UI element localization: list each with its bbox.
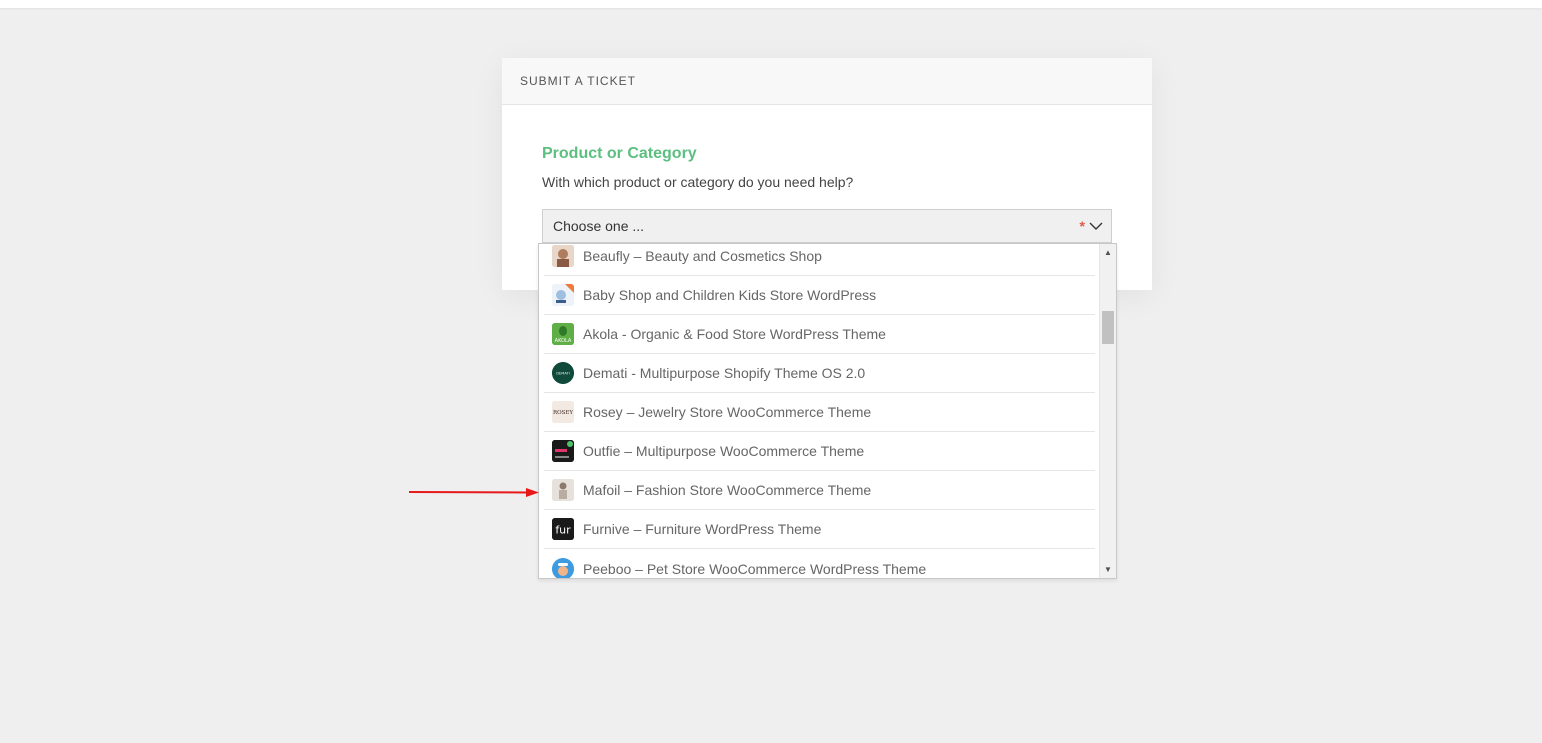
- field-description: With which product or category do you ne…: [542, 174, 854, 190]
- product-category-select[interactable]: Choose one ... *: [542, 209, 1112, 243]
- furnive-thumb-text: fur: [555, 524, 571, 537]
- list-item-label: Rosey – Jewelry Store WooCommerce Theme: [583, 404, 872, 420]
- chevron-down-icon: [1089, 222, 1103, 230]
- scroll-down-icon[interactable]: ▼: [1100, 561, 1116, 578]
- peeboo-thumbnail-icon: [552, 557, 574, 578]
- list-item-label: Furnive – Furniture WordPress Theme: [583, 521, 822, 537]
- dropdown-scrollbar[interactable]: ▲ ▼: [1099, 244, 1116, 578]
- card-title: SUBMIT A TICKET: [520, 74, 636, 88]
- list-item-label: Baby Shop and Children Kids Store WordPr…: [583, 287, 877, 303]
- list-item-label: Akola - Organic & Food Store WordPress T…: [583, 326, 886, 342]
- list-item-label: Demati - Multipurpose Shopify Theme OS 2…: [583, 365, 866, 381]
- babyshop-thumbnail-icon: [552, 284, 574, 306]
- scroll-up-icon[interactable]: ▲: [1100, 244, 1116, 261]
- field-title: Product or Category: [542, 145, 697, 162]
- outfie-thumbnail-icon: [552, 440, 574, 462]
- demati-thumbnail-icon: DEMATI: [552, 362, 574, 384]
- list-item-label: Beaufly – Beauty and Cosmetics Shop: [583, 248, 822, 264]
- list-item[interactable]: ROSEY Rosey – Jewelry Store WooCommerce …: [544, 393, 1095, 432]
- list-item-label: Mafoil – Fashion Store WooCommerce Theme: [583, 482, 872, 498]
- annotation-arrow-icon: [408, 488, 539, 497]
- top-bar: [0, 0, 1542, 8]
- list-item[interactable]: Baby Shop and Children Kids Store WordPr…: [544, 276, 1095, 315]
- akola-thumb-text: AKOLA: [555, 338, 572, 344]
- rosey-thumbnail-icon: ROSEY: [552, 401, 574, 423]
- list-item[interactable]: AKOLA Akola - Organic & Food Store WordP…: [544, 315, 1095, 354]
- list-item-label: Outfie – Multipurpose WooCommerce Theme: [583, 443, 865, 459]
- select-value: Choose one ...: [553, 218, 645, 234]
- scrollbar-thumb[interactable]: [1102, 311, 1114, 344]
- card-header: SUBMIT A TICKET: [502, 58, 1152, 105]
- demati-thumb-text: DEMATI: [556, 372, 570, 376]
- akola-thumbnail-icon: AKOLA: [552, 323, 574, 345]
- beaufly-thumbnail-icon: [552, 245, 574, 267]
- furnive-thumbnail-icon: fur: [552, 518, 574, 540]
- product-dropdown-list[interactable]: Beaufly – Beauty and Cosmetics Shop Baby…: [538, 243, 1117, 579]
- required-marker: *: [1079, 218, 1085, 234]
- list-item[interactable]: Peeboo – Pet Store WooCommerce WordPress…: [544, 549, 1095, 578]
- list-item[interactable]: Beaufly – Beauty and Cosmetics Shop: [544, 244, 1095, 276]
- list-item[interactable]: DEMATI Demati - Multipurpose Shopify The…: [544, 354, 1095, 393]
- list-item[interactable]: Mafoil – Fashion Store WooCommerce Theme: [544, 471, 1095, 510]
- list-item-label: Peeboo – Pet Store WooCommerce WordPress…: [583, 560, 927, 577]
- list-item[interactable]: fur Furnive – Furniture WordPress Theme: [544, 510, 1095, 549]
- mafoil-thumbnail-icon: [552, 479, 574, 501]
- rosey-thumb-text: ROSEY: [553, 410, 573, 416]
- list-item[interactable]: Outfie – Multipurpose WooCommerce Theme: [544, 432, 1095, 471]
